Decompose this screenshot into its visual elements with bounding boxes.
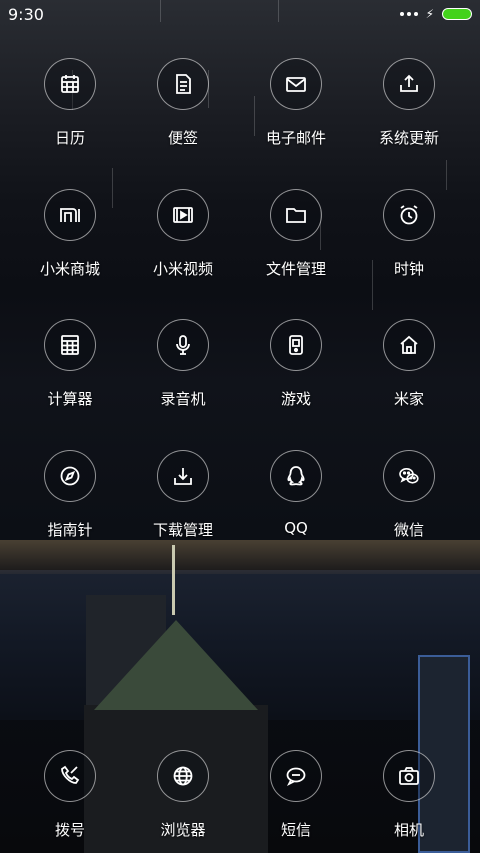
- app-file-manager[interactable]: 文件管理: [238, 189, 354, 279]
- browser-icon: [157, 750, 209, 802]
- folder-icon: [270, 189, 322, 241]
- dock-phone[interactable]: 拨号: [12, 750, 128, 840]
- more-notifications-icon: [399, 12, 418, 16]
- battery-icon: [442, 8, 472, 20]
- app-qq[interactable]: QQ: [238, 450, 354, 537]
- calendar-icon: [44, 58, 96, 110]
- app-label: 指南针: [47, 521, 93, 539]
- app-label: 日历: [54, 129, 85, 147]
- app-label: 相机: [393, 821, 424, 839]
- email-icon: [270, 58, 322, 110]
- phone-icon: [44, 750, 96, 802]
- charging-icon: ⚡: [425, 7, 434, 21]
- app-label: 小米视频: [152, 260, 213, 278]
- app-label: 短信: [280, 821, 311, 839]
- app-wechat[interactable]: 微信: [351, 450, 467, 540]
- app-calendar[interactable]: 日历: [12, 58, 128, 148]
- app-label: 微信: [393, 521, 424, 539]
- app-label: 时钟: [393, 260, 424, 278]
- app-label: 小米商城: [39, 260, 100, 278]
- message-icon: [270, 750, 322, 802]
- video-icon: [157, 189, 209, 241]
- qq-icon: [270, 450, 322, 502]
- shoreline-lights: [0, 540, 480, 574]
- app-email[interactable]: 电子邮件: [238, 58, 354, 148]
- status-bar: 9:30 ⚡: [0, 0, 480, 28]
- app-label: 录音机: [160, 390, 206, 408]
- dock-browser[interactable]: 浏览器: [125, 750, 241, 840]
- app-mi-store[interactable]: 小米商城: [12, 189, 128, 279]
- app-label: 拨号: [54, 821, 85, 839]
- mi-store-icon: [44, 189, 96, 241]
- app-label: 便签: [167, 129, 198, 147]
- app-label: 系统更新: [378, 129, 439, 147]
- app-recorder[interactable]: 录音机: [125, 319, 241, 409]
- pyramid-roof: [94, 620, 258, 710]
- app-mi-home[interactable]: 米家: [351, 319, 467, 409]
- building-spire: [172, 545, 175, 615]
- app-label: 下载管理: [152, 521, 213, 539]
- clock-icon: [383, 189, 435, 241]
- app-games[interactable]: 游戏: [238, 319, 354, 409]
- app-compass[interactable]: 指南针: [12, 450, 128, 540]
- app-system-update[interactable]: 系统更新: [351, 58, 467, 148]
- app-label: 浏览器: [160, 821, 206, 839]
- app-label: 米家: [393, 390, 424, 408]
- app-clock[interactable]: 时钟: [351, 189, 467, 279]
- notes-icon: [157, 58, 209, 110]
- home-icon: [383, 319, 435, 371]
- camera-icon: [383, 750, 435, 802]
- app-notes[interactable]: 便签: [125, 58, 241, 148]
- gamepad-icon: [270, 319, 322, 371]
- app-label: 计算器: [47, 390, 93, 408]
- app-label: 游戏: [280, 390, 311, 408]
- status-time: 9:30: [8, 4, 44, 24]
- compass-icon: [44, 450, 96, 502]
- microphone-icon: [157, 319, 209, 371]
- dock-camera[interactable]: 相机: [351, 750, 467, 840]
- app-mi-video[interactable]: 小米视频: [125, 189, 241, 279]
- app-download-manager[interactable]: 下载管理: [125, 450, 241, 540]
- app-label: 文件管理: [265, 260, 326, 278]
- update-icon: [383, 58, 435, 110]
- app-label: 电子邮件: [265, 129, 326, 147]
- status-indicators: ⚡: [399, 7, 472, 21]
- download-icon: [157, 450, 209, 502]
- wechat-icon: [383, 450, 435, 502]
- app-calculator[interactable]: 计算器: [12, 319, 128, 409]
- dock-messages[interactable]: 短信: [238, 750, 354, 840]
- calculator-icon: [44, 319, 96, 371]
- app-label: QQ: [284, 519, 308, 537]
